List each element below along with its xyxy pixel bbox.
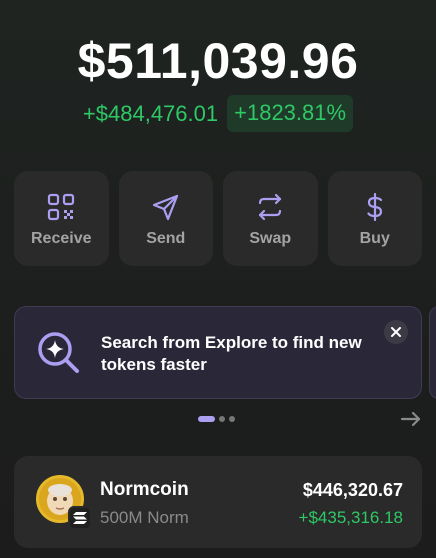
portfolio-change-percent: +1823.81% [227, 95, 354, 132]
send-label: Send [146, 229, 186, 247]
quick-actions: Receive Send Swap Buy [14, 171, 422, 266]
portfolio-change-amount: +$484,476.01 [82, 100, 219, 126]
buy-label: Buy [359, 229, 390, 247]
arrow-right-icon[interactable] [400, 408, 422, 430]
search-sparkle-icon [38, 332, 79, 373]
next-banner-card[interactable] [429, 306, 436, 399]
send-icon [152, 194, 178, 220]
close-icon [391, 327, 401, 337]
token-row[interactable]: Normcoin 500M Norm $446,320.67 +$435,316… [14, 456, 422, 548]
close-button[interactable] [384, 320, 408, 344]
send-button[interactable]: Send [118, 171, 213, 266]
banner-text: Search from Explore to find new tokens f… [101, 333, 362, 374]
portfolio-change: +$484,476.01 +1823.81% [0, 95, 436, 132]
explore-banner[interactable]: Search from Explore to find new tokens f… [14, 306, 422, 399]
carousel-dot[interactable] [219, 416, 225, 422]
swap-button[interactable]: Swap [223, 171, 318, 266]
swap-label: Swap [249, 229, 292, 247]
token-value: $446,320.67 [302, 480, 403, 500]
portfolio-balance: $511,039.96 [77, 33, 359, 89]
token-name: Normcoin [100, 479, 189, 500]
carousel-dot[interactable] [229, 416, 235, 422]
buy-button[interactable]: Buy [327, 171, 422, 266]
qr-code-icon [48, 193, 75, 220]
carousel-dot-active[interactable] [198, 416, 215, 422]
receive-button[interactable]: Receive [14, 171, 109, 266]
carousel-pagination [198, 416, 235, 422]
swap-icon [259, 193, 282, 220]
receive-label: Receive [31, 229, 92, 247]
dollar-icon [367, 192, 382, 221]
token-amount: 500M Norm [100, 508, 189, 527]
solana-icon [68, 506, 92, 530]
token-change: +$435,316.18 [298, 508, 403, 527]
